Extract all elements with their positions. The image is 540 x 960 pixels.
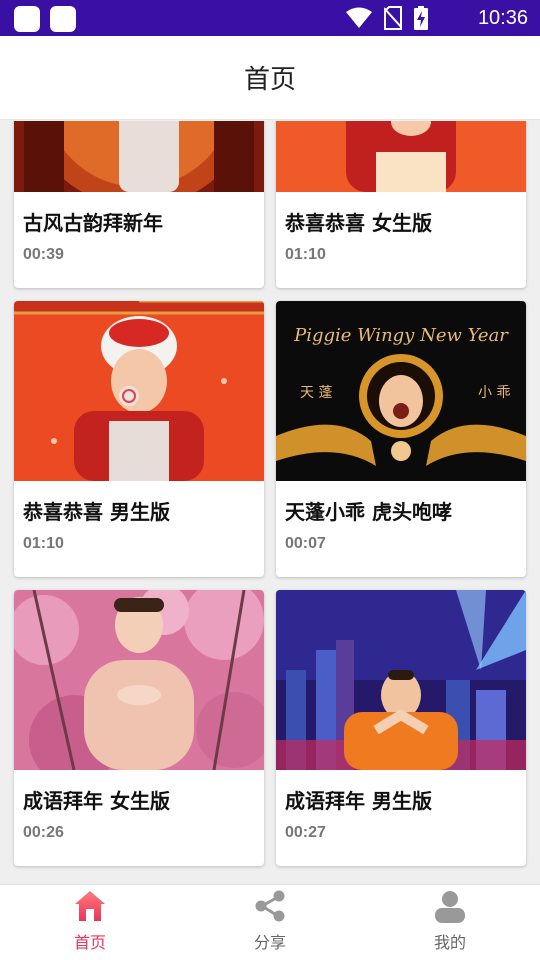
video-card[interactable]: 古风古韵拜新年 00:39 xyxy=(14,121,264,288)
app-header: 首页 xyxy=(0,36,540,120)
video-list[interactable]: 古风古韵拜新年 00:39 恭喜恭喜 女生版 01:10 恭喜恭喜 男生版 01… xyxy=(0,121,540,884)
home-icon xyxy=(75,891,105,921)
video-duration: 01:10 xyxy=(23,535,64,552)
notification-icon xyxy=(14,6,40,32)
nav-item-profile[interactable]: 我的 xyxy=(360,885,540,960)
video-duration: 00:26 xyxy=(23,824,64,841)
battery-charging-icon xyxy=(414,6,428,30)
video-thumbnail[interactable] xyxy=(276,121,526,192)
thumbnail-side-text: 天 蓬 xyxy=(300,385,332,401)
share-icon xyxy=(255,890,285,922)
video-duration: 00:39 xyxy=(23,246,64,263)
nav-label: 我的 xyxy=(433,933,466,952)
status-time: 10:36 xyxy=(477,7,528,29)
status-bar: 10:36 xyxy=(0,0,540,36)
video-thumbnail[interactable]: Piggie Wingy New Year 天 蓬 小 乖 xyxy=(276,301,526,481)
thumbnail-logo-text: Piggie Wingy New Year xyxy=(293,325,509,346)
nav-label: 首页 xyxy=(73,933,106,952)
video-duration: 00:27 xyxy=(285,824,326,841)
video-card[interactable]: 恭喜恭喜 男生版 01:10 xyxy=(14,301,264,577)
notification-icon xyxy=(50,6,76,32)
video-card[interactable]: 成语拜年 女生版 00:26 xyxy=(14,590,264,866)
video-title: 恭喜恭喜 男生版 xyxy=(23,500,170,524)
nav-item-share[interactable]: 分享 xyxy=(180,885,360,960)
video-title: 成语拜年 女生版 xyxy=(23,789,170,813)
thumbnail-side-text: 小 乖 xyxy=(478,385,510,401)
page-title: 首页 xyxy=(243,65,296,95)
video-thumbnail[interactable] xyxy=(14,301,264,481)
bottom-nav: 首页 分享 我的 xyxy=(0,884,540,960)
video-card[interactable]: Piggie Wingy New Year 天 蓬 小 乖 天蓬小乖 虎头咆哮 … xyxy=(276,301,526,577)
video-card[interactable]: 成语拜年 男生版 00:27 xyxy=(276,590,526,866)
no-sim-icon xyxy=(384,6,402,30)
video-duration: 00:07 xyxy=(285,535,326,552)
nav-item-home[interactable]: 首页 xyxy=(0,885,180,960)
video-thumbnail[interactable] xyxy=(276,590,526,770)
video-duration: 01:10 xyxy=(285,246,326,263)
profile-icon xyxy=(435,891,465,923)
video-thumbnail[interactable] xyxy=(14,121,264,192)
video-grid: 古风古韵拜新年 00:39 恭喜恭喜 女生版 01:10 恭喜恭喜 男生版 01… xyxy=(14,121,526,866)
wifi-icon xyxy=(346,7,372,28)
video-thumbnail[interactable] xyxy=(14,590,264,770)
video-title: 恭喜恭喜 女生版 xyxy=(285,211,432,235)
video-title: 天蓬小乖 虎头咆哮 xyxy=(285,500,452,524)
nav-label: 分享 xyxy=(253,933,286,952)
video-title: 古风古韵拜新年 xyxy=(23,211,163,235)
video-card[interactable]: 恭喜恭喜 女生版 01:10 xyxy=(276,121,526,288)
video-title: 成语拜年 男生版 xyxy=(285,789,432,813)
